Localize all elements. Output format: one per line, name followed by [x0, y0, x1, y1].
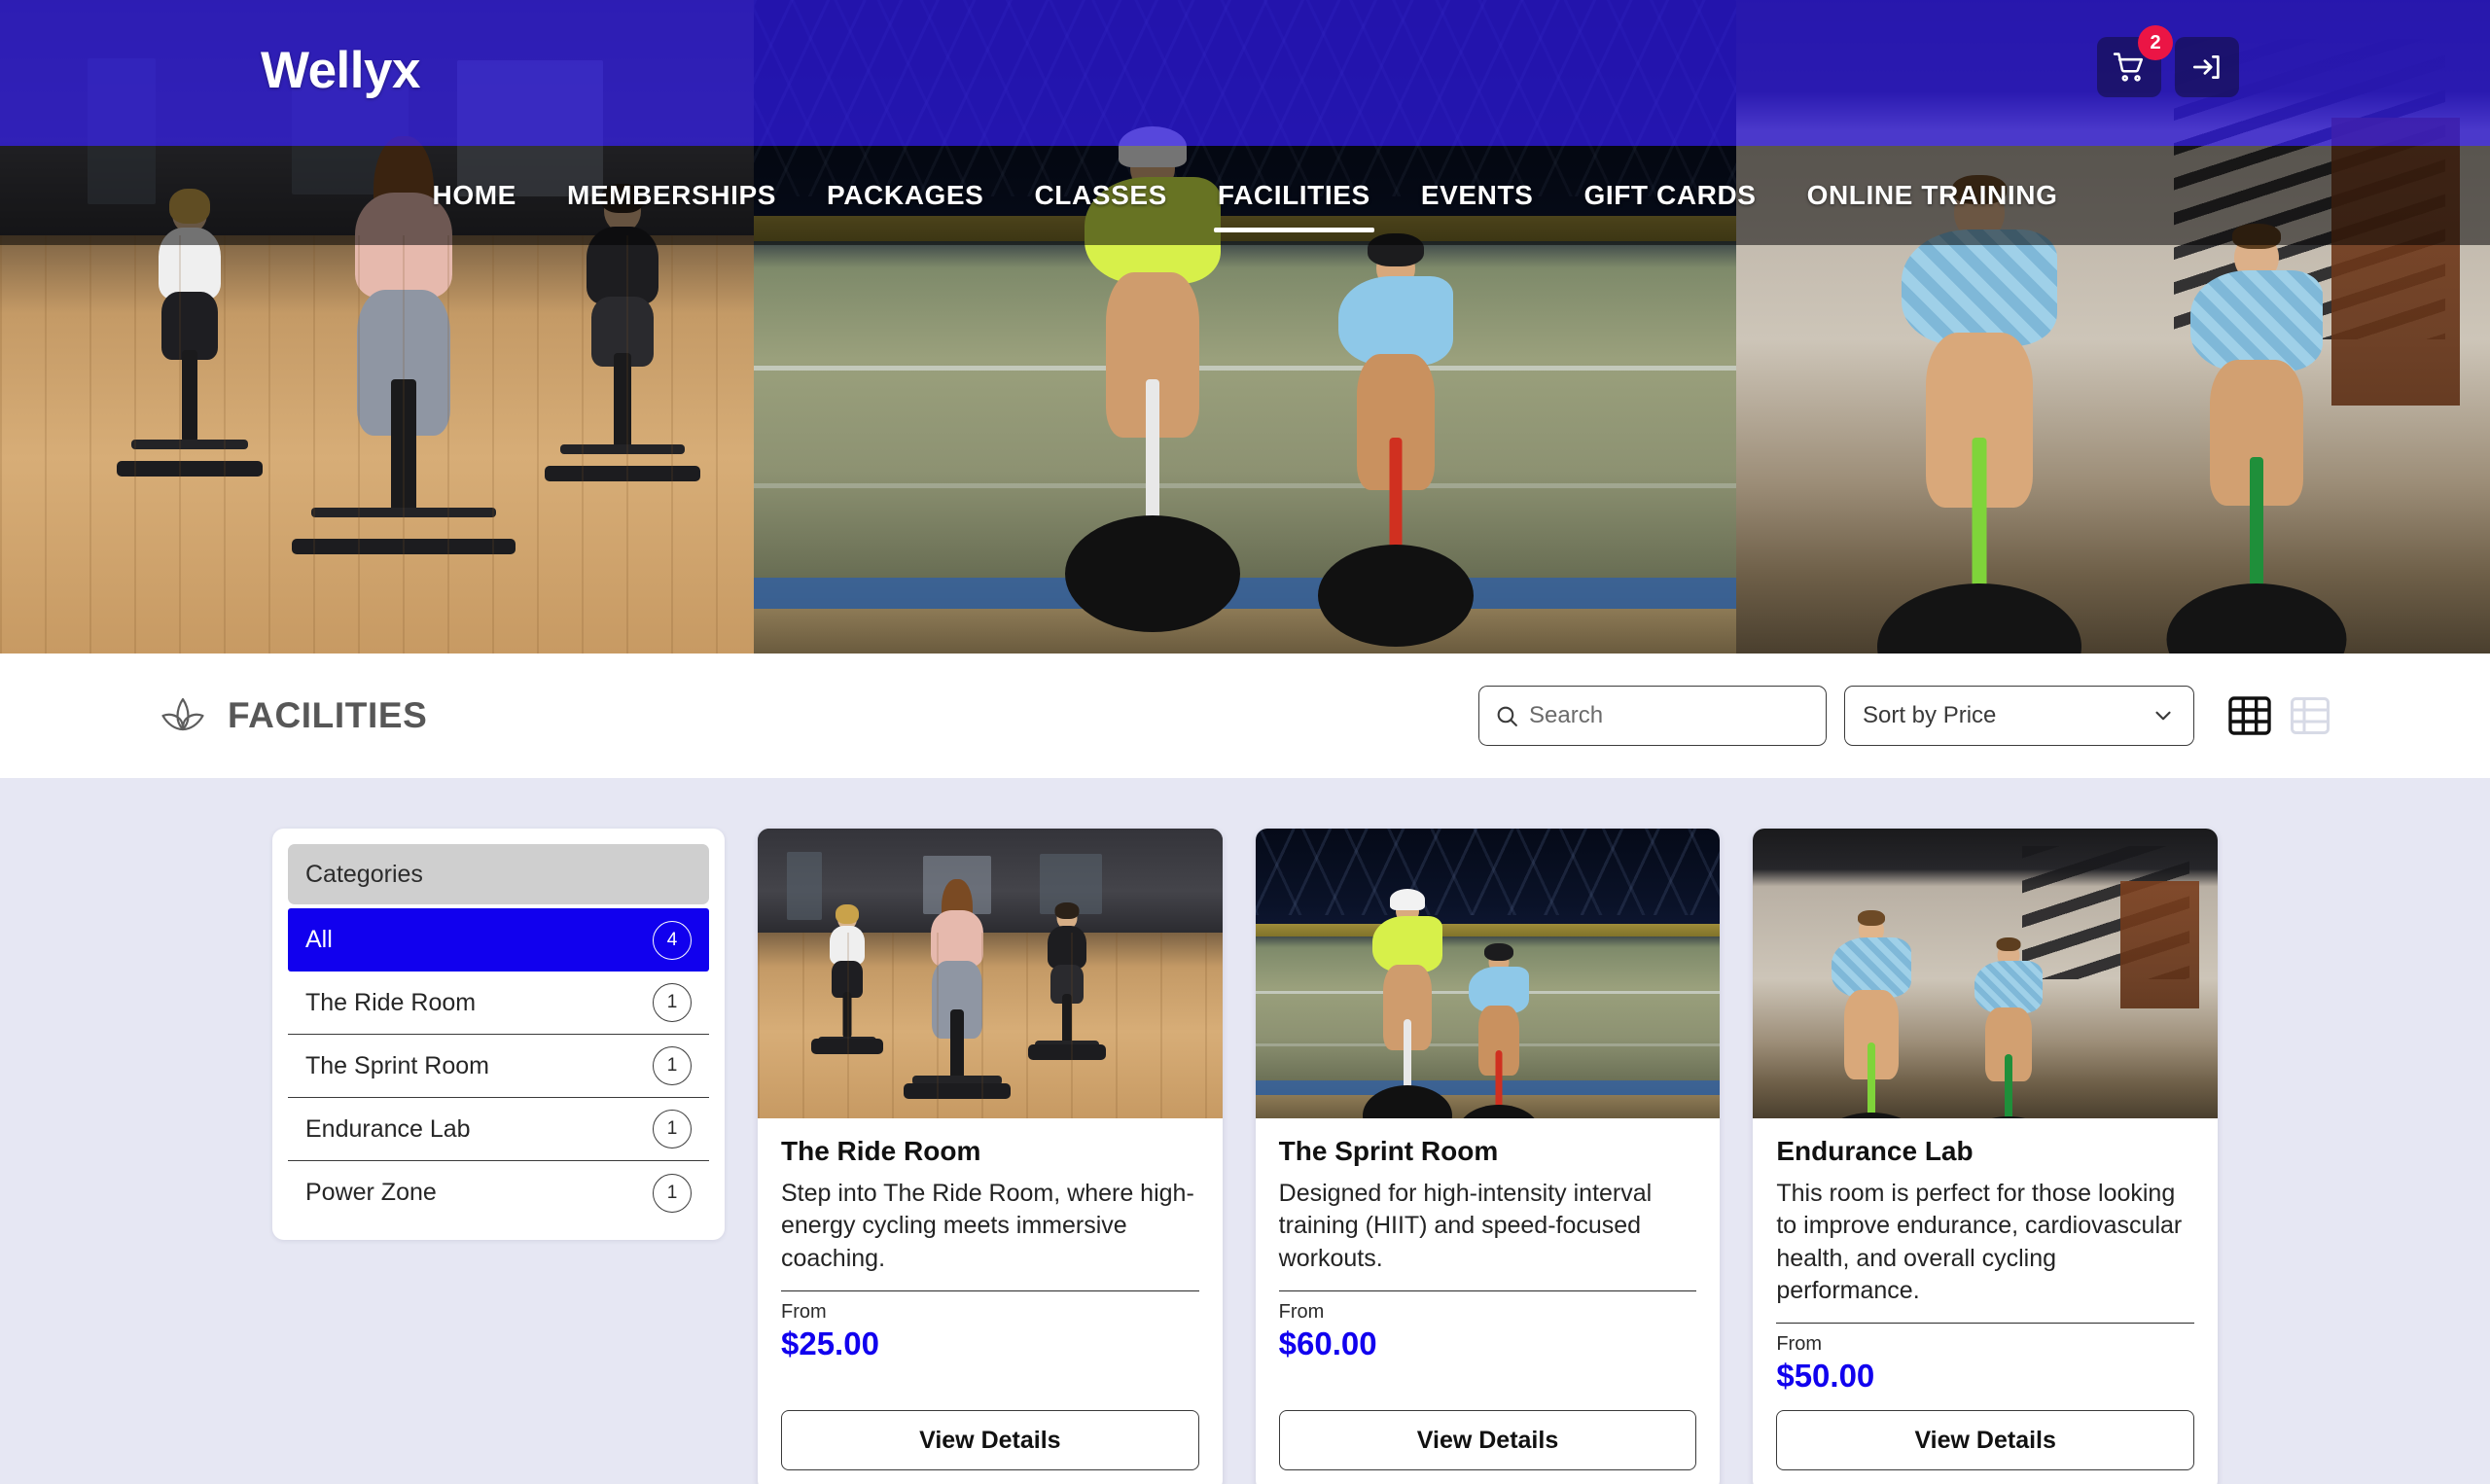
sort-by-price-select[interactable]: Sort by Price [1844, 686, 2194, 746]
category-label: Power Zone [305, 1179, 437, 1206]
facility-card-from-label: From [781, 1300, 827, 1323]
category-count: 1 [653, 983, 692, 1022]
page-title-group: FACILITIES [156, 692, 427, 739]
category-count: 1 [653, 1046, 692, 1085]
view-details-button[interactable]: View Details [781, 1410, 1199, 1470]
facility-card-description: Step into The Ride Room, where high-ener… [781, 1180, 1194, 1272]
facility-card-title: The Ride Room [781, 1136, 981, 1166]
facility-card[interactable]: The Ride Room Step into The Ride Room, w… [758, 829, 1223, 1484]
category-label: Endurance Lab [305, 1114, 471, 1143]
view-toggle-group [2225, 691, 2334, 740]
cart-badge-count: 2 [2138, 25, 2173, 60]
nav-item-home[interactable]: HOME [408, 180, 542, 211]
search-icon [1497, 706, 1517, 726]
categories-sidebar: Categories All 4 The Ride Room 1 The Spr… [272, 829, 725, 1240]
main-navigation: HOME MEMBERSHIPS PACKAGES CLASSES FACILI… [0, 146, 2490, 245]
facility-card[interactable]: The Sprint Room Designed for high-intens… [1255, 829, 1721, 1484]
nav-item-classes[interactable]: CLASSES [1009, 180, 1192, 211]
sidebar-item-the-sprint-room[interactable]: The Sprint Room 1 [288, 1035, 709, 1098]
lotus-icon [161, 697, 204, 731]
brand-logo[interactable]: Wellyx [261, 41, 420, 100]
grid-view-button[interactable] [2225, 691, 2274, 740]
toolbar-controls: Sort by Price [1478, 686, 2334, 746]
categories-header: Categories [288, 844, 709, 904]
category-count: 4 [653, 920, 692, 960]
chevron-down-icon [2155, 711, 2171, 721]
sidebar-item-power-zone[interactable]: Power Zone 1 [288, 1161, 709, 1224]
category-label: The Sprint Room [305, 1051, 489, 1079]
facility-card-description: This room is perfect for those looking t… [1776, 1180, 2183, 1304]
sidebar-item-endurance-lab[interactable]: Endurance Lab 1 [288, 1098, 709, 1161]
sign-in-icon [2192, 55, 2220, 79]
shopping-cart-icon [2113, 53, 2144, 82]
categories-list: All 4 The Ride Room 1 The Sprint Room 1 … [288, 908, 709, 1224]
list-icon [2291, 697, 2330, 734]
facility-card-price: $50.00 [1776, 1358, 1875, 1394]
facility-card-price: $25.00 [781, 1325, 879, 1361]
facility-card-description: Designed for high-intensity interval tra… [1278, 1180, 1653, 1272]
category-label: All [305, 926, 333, 953]
category-count: 1 [653, 1173, 692, 1213]
facilities-toolbar: FACILITIES Sort by Price [0, 654, 2490, 778]
category-count: 1 [653, 1110, 692, 1148]
sort-selected-value: Sort by Price [1863, 702, 1997, 728]
view-details-button[interactable]: View Details [1776, 1410, 2195, 1470]
facilities-content: Categories All 4 The Ride Room 1 The Spr… [0, 778, 2490, 1484]
facility-card-title: The Sprint Room [1278, 1136, 1499, 1166]
card-divider [781, 1290, 1199, 1291]
login-button[interactable] [2175, 37, 2239, 97]
facility-card-image-indoor-trainers [1753, 829, 2219, 1118]
grid-icon [2228, 696, 2271, 735]
facility-card-price: $60.00 [1278, 1325, 1377, 1361]
card-divider [1776, 1323, 2195, 1324]
nav-item-packages[interactable]: PACKAGES [801, 180, 1009, 211]
sidebar-item-all[interactable]: All 4 [288, 908, 709, 972]
facility-card-image-spin-studio [758, 829, 1223, 1118]
list-view-button[interactable] [2286, 691, 2334, 740]
facility-card[interactable]: Endurance Lab This room is perfect for t… [1753, 829, 2219, 1484]
facility-card-image-velodrome [1255, 829, 1721, 1118]
nav-item-events[interactable]: EVENTS [1396, 180, 1559, 211]
card-divider [1278, 1290, 1697, 1291]
facility-card-from-label: From [1776, 1333, 1823, 1355]
search-input[interactable] [1529, 702, 1810, 729]
category-label: The Ride Room [305, 988, 477, 1016]
facility-card-title: Endurance Lab [1776, 1136, 1974, 1166]
page-title: FACILITIES [228, 695, 428, 735]
nav-item-online-training[interactable]: ONLINE TRAINING [1782, 180, 2083, 211]
cart-button[interactable]: 2 [2097, 25, 2173, 97]
hero-banner: Wellyx 2 HOME MEMBERSHIPS PACKAGES CLASS… [0, 0, 2490, 654]
nav-item-memberships[interactable]: MEMBERSHIPS [542, 180, 801, 211]
facility-card-from-label: From [1278, 1300, 1325, 1323]
facility-card-grid: The Ride Room Step into The Ride Room, w… [758, 829, 2219, 1484]
view-details-button[interactable]: View Details [1278, 1410, 1697, 1470]
nav-item-facilities[interactable]: FACILITIES [1192, 180, 1396, 232]
header-actions: 2 [2097, 25, 2239, 97]
nav-item-gift-cards[interactable]: GIFT CARDS [1558, 180, 1781, 211]
search-box[interactable] [1478, 686, 1827, 746]
sidebar-item-the-ride-room[interactable]: The Ride Room 1 [288, 972, 709, 1035]
